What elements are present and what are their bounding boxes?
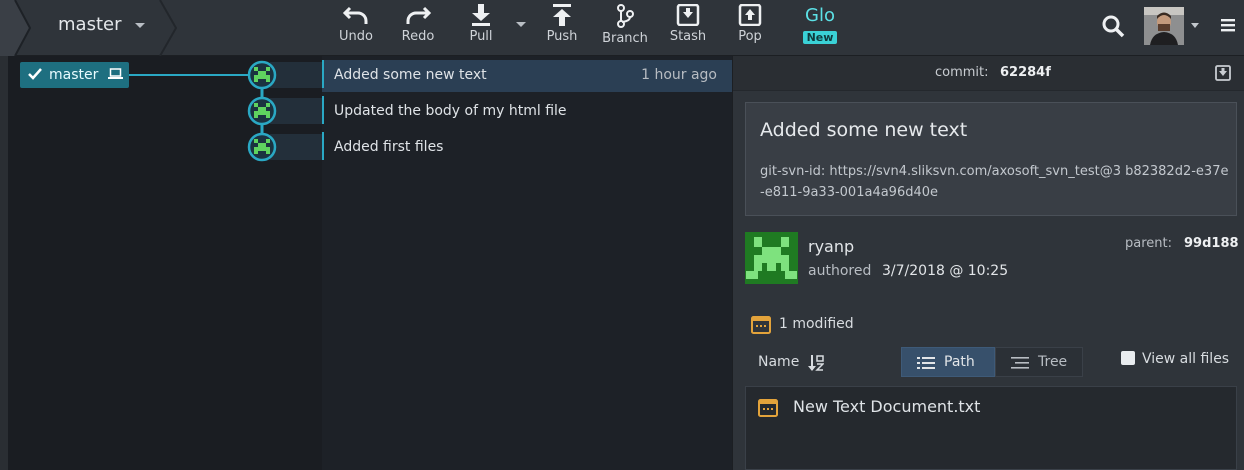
- commit-time: 1 hour ago: [641, 67, 717, 83]
- avatar[interactable]: [1144, 7, 1184, 45]
- pop-button[interactable]: Pop: [732, 2, 768, 54]
- main-menu-button[interactable]: [1220, 17, 1236, 37]
- branch-icon: [617, 4, 634, 28]
- commit-description: git-svn-id: https://svn4.sliksvn.com/axo…: [760, 164, 1229, 200]
- authored-date: 3/7/2018 @ 10:25: [882, 263, 1009, 279]
- modified-count: 1 modified: [779, 316, 854, 332]
- commit-message: Added some new text: [334, 67, 487, 83]
- row-marker: [322, 60, 324, 88]
- glo-boards-button[interactable]: Glo New: [800, 5, 840, 45]
- commit-node-1[interactable]: [247, 96, 277, 126]
- commit-list: Added some new text 1 hour ago Updated t…: [322, 56, 732, 470]
- undo-button[interactable]: Undo: [336, 2, 376, 54]
- commit-node-0[interactable]: [247, 60, 277, 90]
- view-all-files-checkbox[interactable]: [1121, 351, 1135, 365]
- view-all-files-label[interactable]: View all files: [1142, 351, 1229, 367]
- tree-view-button[interactable]: Tree: [995, 347, 1083, 377]
- commit-summary: Added some new text: [760, 119, 968, 141]
- redo-button[interactable]: Redo: [398, 2, 438, 54]
- parent-label: parent:: [1125, 236, 1172, 251]
- pull-button[interactable]: Pull: [463, 2, 499, 54]
- file-row[interactable]: New Text Document.txt: [746, 387, 1236, 427]
- authored-label: authored: [808, 263, 872, 279]
- author-name: ryanp: [808, 237, 855, 256]
- branch-button[interactable]: Branch: [600, 2, 650, 54]
- pop-icon: [738, 4, 762, 26]
- redo-icon: [406, 6, 432, 24]
- commit-label: commit:: [935, 65, 989, 80]
- commit-row[interactable]: Added first files: [322, 132, 732, 164]
- commit-message: Added first files: [334, 139, 444, 155]
- commit-header: commit: 62284f: [733, 56, 1244, 91]
- push-button[interactable]: Push: [543, 2, 581, 54]
- pull-label: Pull: [469, 29, 493, 44]
- commit-sha[interactable]: 62284f: [1000, 65, 1051, 80]
- download-icon[interactable]: [1215, 65, 1231, 81]
- pull-options-chevron-icon[interactable]: [516, 22, 526, 27]
- stash-icon: [676, 4, 700, 26]
- file-name: New Text Document.txt: [793, 397, 981, 416]
- laptop-icon: [108, 68, 123, 79]
- commit-message-box[interactable]: Added some new text git-svn-id: https://…: [745, 102, 1237, 216]
- sort-order-icon[interactable]: [808, 354, 824, 372]
- author-avatar: [745, 232, 798, 284]
- commit-row[interactable]: Added some new text 1 hour ago: [322, 60, 732, 92]
- search-icon: [1102, 15, 1125, 38]
- modified-file-icon: [751, 316, 771, 334]
- changed-files-list: New Text Document.txt: [745, 386, 1237, 470]
- row-marker: [322, 132, 324, 160]
- branch-tag-master[interactable]: master: [20, 62, 129, 88]
- commit-message: Updated the body of my html file: [334, 103, 567, 119]
- undo-icon: [342, 6, 368, 24]
- toolbar: master Undo Redo Pull Push Branch Stash …: [0, 0, 1244, 56]
- pop-label: Pop: [738, 29, 762, 44]
- branch-tag-label: master: [49, 67, 99, 83]
- undo-label: Undo: [339, 29, 373, 44]
- commit-node-2[interactable]: [247, 132, 277, 162]
- sort-by-name-button[interactable]: Name: [758, 354, 799, 370]
- parent-sha[interactable]: 99d188: [1184, 236, 1239, 251]
- glo-title: Glo: [805, 5, 835, 26]
- hamburger-menu-icon: [1221, 19, 1235, 32]
- chevron-down-icon: [135, 23, 145, 28]
- modified-file-icon: [758, 399, 778, 417]
- stash-button[interactable]: Stash: [667, 2, 709, 54]
- push-icon: [553, 4, 571, 26]
- check-icon: [28, 68, 42, 80]
- list-icon: [917, 357, 935, 369]
- pull-icon: [472, 4, 490, 26]
- new-badge: New: [802, 31, 838, 44]
- search-button[interactable]: [1101, 14, 1125, 42]
- row-marker: [322, 96, 324, 124]
- profile-photo: [1144, 7, 1184, 45]
- branch-selector[interactable]: master: [0, 0, 185, 56]
- account-menu-chevron-icon[interactable]: [1191, 23, 1199, 28]
- push-label: Push: [546, 29, 578, 44]
- tree-view-label: Tree: [1038, 354, 1068, 370]
- redo-label: Redo: [401, 29, 435, 44]
- branch-label: Branch: [602, 31, 648, 46]
- tree-icon: [1011, 357, 1029, 369]
- path-view-label: Path: [944, 354, 975, 370]
- stash-label: Stash: [669, 29, 707, 44]
- commit-detail-panel: commit: 62284f Added some new text git-s…: [732, 56, 1244, 470]
- current-branch-name: master: [58, 14, 122, 35]
- gitkraken-window: master Undo Redo Pull Push Branch Stash …: [0, 0, 1244, 470]
- commit-row[interactable]: Updated the body of my html file: [322, 96, 732, 128]
- path-view-button[interactable]: Path: [901, 347, 995, 377]
